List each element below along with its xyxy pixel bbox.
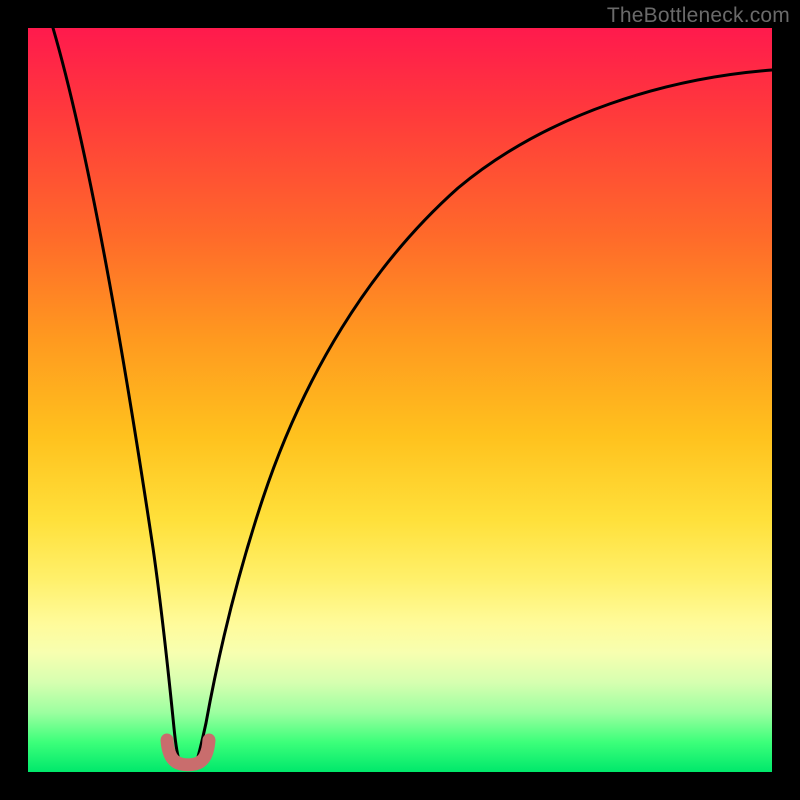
bottleneck-curve-path [53,28,772,763]
watermark-text: TheBottleneck.com [607,4,790,28]
minimum-marker-path [167,740,209,765]
chart-plot-area [28,28,772,772]
bottleneck-curve-svg [28,28,772,772]
chart-frame: TheBottleneck.com [0,0,800,800]
